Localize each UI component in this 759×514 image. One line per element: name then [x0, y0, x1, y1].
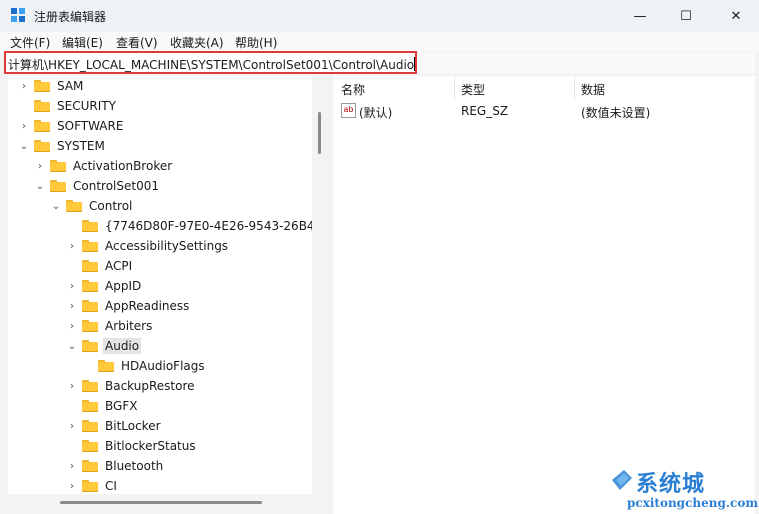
chevron-right-icon[interactable]: ›	[66, 420, 78, 432]
folder-icon	[50, 160, 66, 172]
chevron-down-icon[interactable]: ⌄	[50, 200, 62, 212]
minimize-icon: —	[633, 8, 647, 24]
chevron-right-icon[interactable]: ›	[18, 80, 30, 92]
pane-splitter[interactable]	[326, 76, 333, 514]
tree-node-controlset001[interactable]: ⌄ ControlSet001	[34, 176, 161, 196]
menu-help[interactable]: 帮助(H)	[235, 34, 277, 51]
close-button[interactable]: ✕	[713, 0, 759, 32]
folder-icon	[34, 120, 50, 132]
address-bar[interactable]: 计算机\HKEY_LOCAL_MACHINE\SYSTEM\ControlSet…	[4, 51, 417, 74]
folder-icon	[98, 360, 114, 372]
folder-icon	[82, 240, 98, 252]
folder-icon	[82, 480, 98, 492]
column-separator[interactable]	[574, 76, 575, 100]
tree-node-activationbroker[interactable]: › ActivationBroker	[34, 156, 174, 176]
menu-favorites[interactable]: 收藏夹(A)	[170, 34, 224, 51]
chevron-down-icon[interactable]: ⌄	[18, 140, 30, 152]
registry-editor-icon	[11, 8, 27, 24]
watermark-url: pcxitongcheng.com	[627, 496, 759, 510]
folder-icon	[34, 100, 50, 112]
tree-node-hdaudioflags[interactable]: HDAudioFlags	[82, 356, 207, 376]
chevron-right-icon[interactable]: ›	[66, 460, 78, 472]
registry-tree: › SAM SECURITY › SOFTWARE ⌄ SYSTEM › Activat…	[8, 76, 312, 494]
column-header-name[interactable]: 名称	[341, 81, 365, 98]
chevron-down-icon[interactable]: ⌄	[66, 340, 78, 352]
value-name: (默认)	[359, 106, 393, 120]
chevron-right-icon[interactable]: ›	[66, 280, 78, 292]
menu-bar: 文件(F) 编辑(E) 查看(V) 收藏夹(A) 帮助(H)	[0, 32, 759, 52]
xitongcheng-logo-icon	[612, 470, 632, 490]
tree-node-accessibilitysettings[interactable]: › AccessibilitySettings	[66, 236, 230, 256]
tree-node-system[interactable]: ⌄ SYSTEM	[18, 136, 107, 156]
tree-node-bluetooth[interactable]: › Bluetooth	[66, 456, 165, 476]
folder-open-icon	[66, 200, 82, 212]
tree-node-security[interactable]: SECURITY	[18, 96, 118, 116]
minimize-button[interactable]: —	[617, 0, 663, 32]
address-path: 计算机\HKEY_LOCAL_MACHINE\SYSTEM\ControlSet…	[8, 58, 415, 72]
tree-node-acpi[interactable]: ACPI	[66, 256, 134, 276]
values-list: 名称 类型 数据 ab (默认) REG_SZ (数值未设置)	[333, 76, 755, 514]
maximize-button[interactable]: ☐	[663, 0, 709, 32]
tree-node-appreadiness[interactable]: › AppReadiness	[66, 296, 191, 316]
column-header-type[interactable]: 类型	[461, 81, 485, 98]
folder-icon	[82, 400, 98, 412]
chevron-right-icon[interactable]: ›	[66, 300, 78, 312]
tree-node-software[interactable]: › SOFTWARE	[18, 116, 125, 136]
folder-icon	[82, 320, 98, 332]
chevron-right-icon[interactable]: ›	[66, 320, 78, 332]
tree-node-arbiters[interactable]: › Arbiters	[66, 316, 154, 336]
folder-icon	[82, 300, 98, 312]
watermark-title: 系统城	[636, 472, 706, 497]
tree-node-sam[interactable]: › SAM	[18, 76, 85, 96]
chevron-right-icon[interactable]: ›	[66, 480, 78, 492]
tree-node-bitlockerstatus[interactable]: BitlockerStatus	[66, 436, 198, 456]
tree-node-ci[interactable]: › CI	[66, 476, 119, 494]
chevron-right-icon[interactable]: ›	[34, 160, 46, 172]
menu-view[interactable]: 查看(V)	[116, 34, 158, 51]
window-title: 注册表编辑器	[34, 10, 107, 24]
value-data: (数值未设置)	[581, 106, 651, 120]
folder-icon	[82, 220, 98, 232]
chevron-right-icon[interactable]: ›	[66, 380, 78, 392]
tree-node-bgfx[interactable]: BGFX	[66, 396, 139, 416]
folder-icon	[82, 260, 98, 272]
folder-icon	[82, 460, 98, 472]
chevron-right-icon[interactable]: ›	[66, 240, 78, 252]
address-bar-empty-area[interactable]	[417, 53, 755, 73]
folder-open-icon	[82, 340, 98, 352]
folder-open-icon	[50, 180, 66, 192]
close-icon: ✕	[730, 8, 742, 24]
menu-edit[interactable]: 编辑(E)	[62, 34, 103, 51]
column-separator[interactable]	[454, 76, 455, 100]
tree-horizontal-scroll-thumb[interactable]	[60, 501, 262, 504]
chevron-down-icon[interactable]: ⌄	[34, 180, 46, 192]
tree-node-control[interactable]: ⌄ Control	[50, 196, 134, 216]
tree-node-bitlocker[interactable]: › BitLocker	[66, 416, 163, 436]
tree-node-guid-key[interactable]: {7746D80F-97E0-4E26-9543-26B41FC	[66, 216, 312, 236]
watermark: 系统城 pcxitongcheng.com	[596, 462, 759, 514]
tree-node-audio[interactable]: ⌄ Audio	[66, 336, 142, 356]
chevron-right-icon[interactable]: ›	[18, 120, 30, 132]
folder-icon	[82, 380, 98, 392]
folder-icon	[34, 80, 50, 92]
folder-icon	[82, 420, 98, 432]
title-bar: 注册表编辑器 — ☐ ✕	[0, 0, 759, 32]
folder-icon	[82, 280, 98, 292]
tree-node-appid[interactable]: › AppID	[66, 276, 143, 296]
folder-open-icon	[34, 140, 50, 152]
text-cursor	[414, 57, 416, 71]
menu-file[interactable]: 文件(F)	[10, 34, 50, 51]
column-header-data[interactable]: 数据	[581, 81, 605, 98]
folder-icon	[82, 440, 98, 452]
maximize-icon: ☐	[680, 8, 692, 24]
tree-vertical-scroll-thumb[interactable]	[318, 112, 321, 154]
tree-node-backuprestore[interactable]: › BackupRestore	[66, 376, 197, 396]
value-type: REG_SZ	[461, 104, 509, 118]
string-value-icon: ab	[341, 103, 356, 118]
